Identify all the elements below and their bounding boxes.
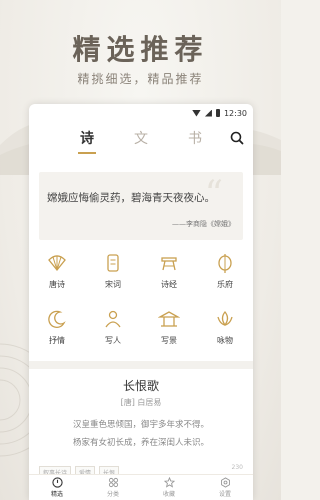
category-label: 乐府 [217,280,233,289]
pavilion-icon [158,311,180,327]
poem-author: [唐] 白居易 [120,398,162,407]
altar-icon [161,257,177,271]
category-portrait[interactable]: 写人 [85,308,141,360]
nav-settings[interactable]: 设置 [197,475,253,500]
tab-books[interactable]: 书 [188,128,202,148]
category-label: 写人 [105,336,121,345]
nav-featured[interactable]: 精选 [29,475,85,500]
nav-label: 精选 [50,491,63,498]
category-landscape[interactable]: 写景 [141,308,197,360]
star-icon [163,477,175,488]
status-bar: 12:30 [29,104,253,122]
tab-poetry[interactable]: 诗 [80,128,94,148]
person-icon [105,310,121,328]
category-label: 写景 [161,336,177,345]
category-icon [108,477,118,488]
wifi-icon [191,109,201,117]
hero-title: 精选推荐 [72,33,209,66]
section-divider [29,361,253,369]
status-time: 12:30 [223,108,247,118]
featured-icon [51,477,63,488]
poem-line: 汉皇重色思倾国，御宇多年求不得。 [72,420,209,430]
moon-icon [48,310,66,328]
category-object[interactable]: 咏物 [197,308,253,360]
search-icon[interactable] [229,130,245,146]
nav-favorites[interactable]: 收藏 [141,475,197,500]
quote-source: ——李商隐《嫦娥》 [172,220,235,228]
category-label: 唐诗 [49,280,65,289]
featured-quote-card[interactable]: “ 嫦娥应悔偷灵药，碧海青天夜夜心。 ——李商隐《嫦娥》 [39,172,243,240]
app-screen: 12:30 诗 文 书 “ 嫦娥应悔偷灵药，碧海青天夜夜心。 ——李商隐《嫦娥》… [29,104,253,500]
category-shijing[interactable]: 诗经 [141,252,197,304]
nav-category[interactable]: 分类 [85,475,141,500]
category-label: 诗经 [161,280,177,289]
category-grid: 唐诗 宋词 诗经 乐府 抒情 写人 写景 咏物 [29,252,253,362]
bottom-nav: 精选 分类 收藏 设置 [29,474,253,500]
tab-prose[interactable]: 文 [134,128,148,148]
signal-icon [204,109,212,117]
like-count: 230 [231,464,243,471]
category-yuefu[interactable]: 乐府 [197,252,253,304]
lantern-icon [218,254,232,273]
fan-icon [48,255,66,272]
nav-label: 收藏 [162,491,175,498]
category-lyric[interactable]: 抒情 [29,308,85,360]
category-label: 宋词 [105,280,121,289]
category-label: 咏物 [217,336,233,345]
category-label: 抒情 [49,336,65,345]
settings-icon [220,477,230,488]
category-song-ci[interactable]: 宋词 [85,252,141,304]
content-tabs: 诗 文 书 [29,124,253,152]
nav-label: 分类 [106,491,119,498]
nav-label: 设置 [218,491,231,498]
hero-subtitle: 精挑细选，精品推荐 [77,72,204,86]
poem-title[interactable]: 长恨歌 [29,377,253,394]
scroll-icon [107,254,119,272]
poem-line: 杨家有女初长成，养在深闺人未识。 [72,438,209,448]
quote-text: 嫦娥应悔偷灵药，碧海青天夜夜心。 [47,192,215,204]
battery-icon [215,109,220,117]
category-tang-poetry[interactable]: 唐诗 [29,252,85,304]
lotus-icon [217,310,233,327]
